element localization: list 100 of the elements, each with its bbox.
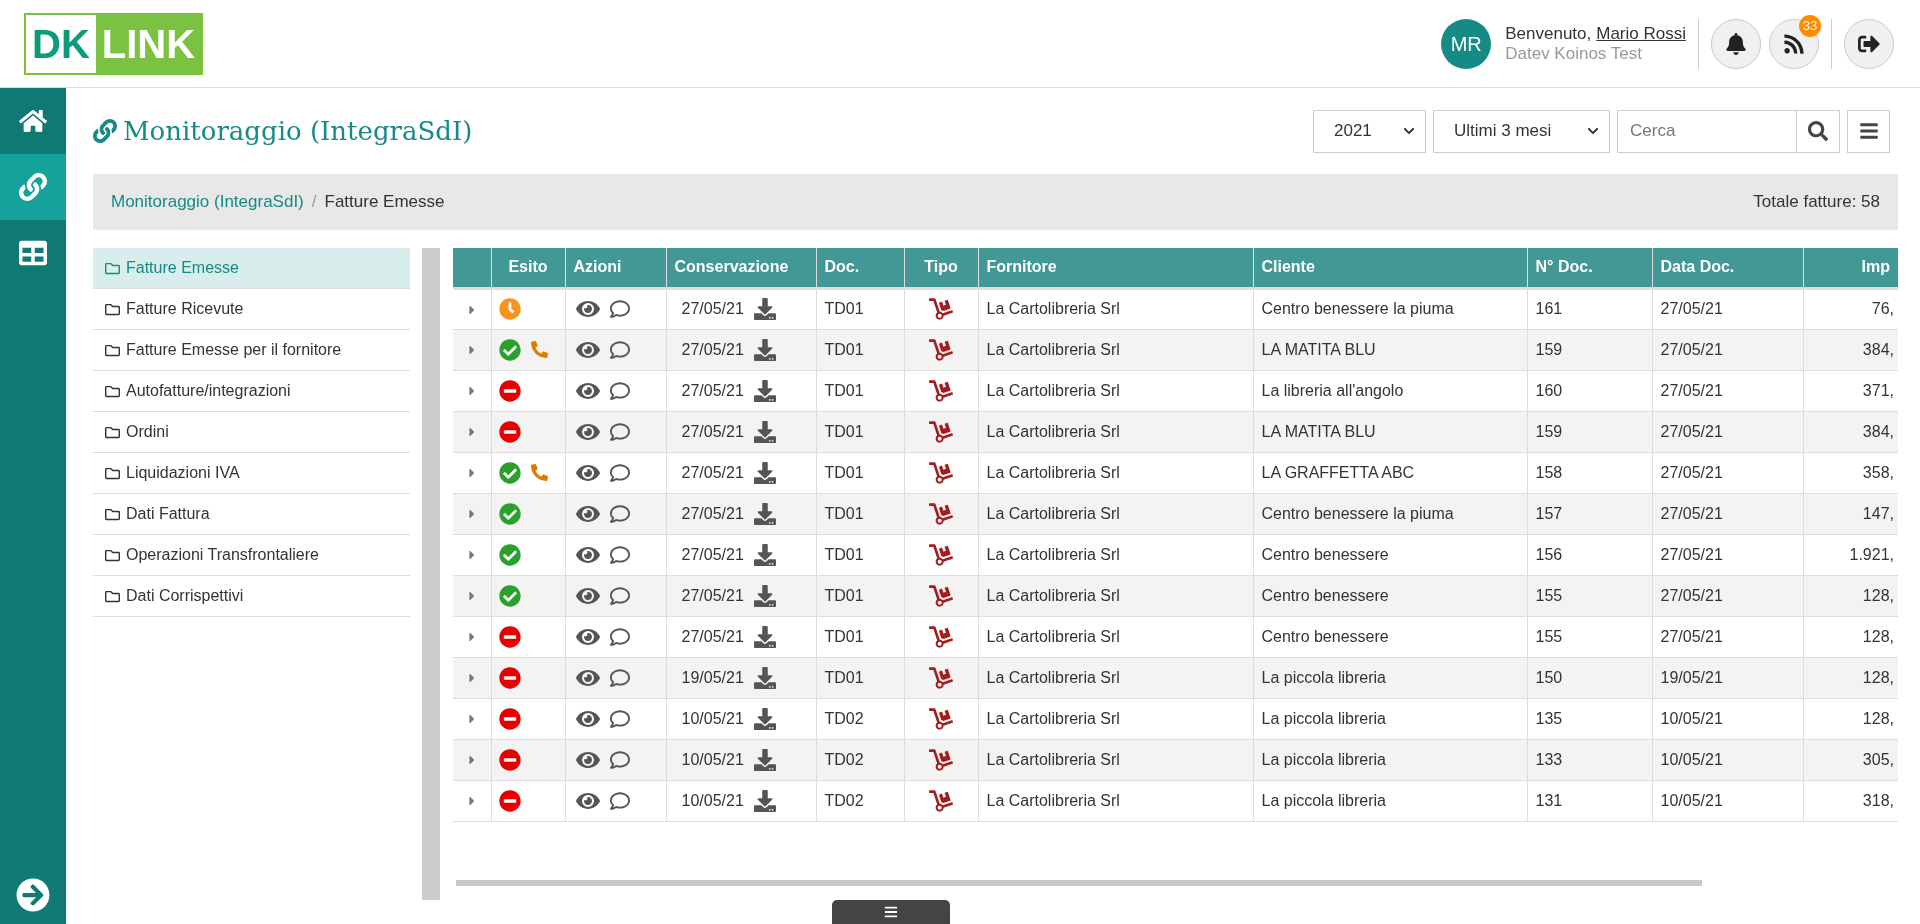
- expand-arrow-icon[interactable]: [16, 878, 50, 912]
- download-icon[interactable]: [753, 379, 776, 402]
- search-field[interactable]: Cerca: [1617, 109, 1797, 153]
- download-icon[interactable]: [753, 338, 776, 361]
- download-icon[interactable]: [753, 543, 776, 566]
- table-cell: La Cartolibreria Srl: [978, 534, 1253, 575]
- table-cell-text: 27/05/21: [681, 626, 744, 647]
- table-cell: La piccola libreria: [1253, 739, 1527, 780]
- comment-icon[interactable]: [609, 299, 630, 319]
- download-icon[interactable]: [753, 625, 776, 648]
- nav-item[interactable]: Autofatture/integrazioni: [93, 371, 410, 412]
- comment-icon[interactable]: [609, 585, 630, 606]
- table-cell: 27/05/21: [1652, 534, 1803, 575]
- folder-icon: [105, 465, 120, 481]
- period-select[interactable]: Ultimi 3 mesi: [1433, 109, 1610, 153]
- download-icon[interactable]: [753, 502, 776, 525]
- column-header[interactable]: Azioni: [565, 248, 666, 288]
- comment-icon[interactable]: [609, 503, 630, 524]
- column-header[interactable]: Cliente: [1253, 248, 1527, 288]
- comment-icon[interactable]: [609, 667, 630, 688]
- folder-icon: [105, 424, 120, 440]
- count-badge: 33: [1799, 14, 1821, 37]
- download-icon[interactable]: [753, 707, 776, 730]
- table-cell: La Cartolibreria Srl: [978, 739, 1253, 780]
- table-cell: 76,: [1803, 288, 1898, 329]
- nav-item[interactable]: Dati Fattura: [93, 494, 410, 535]
- horizontal-scrollbar[interactable]: [456, 880, 1702, 886]
- logout-button[interactable]: [1844, 18, 1894, 69]
- table-cell: 27/05/21: [1652, 493, 1803, 534]
- user-name-link[interactable]: Mario Rossi: [1596, 23, 1686, 44]
- table-cell: 156: [1527, 534, 1652, 575]
- breadcrumb-current: Fatture Emesse: [324, 191, 445, 214]
- comment-icon[interactable]: [609, 790, 630, 811]
- logo[interactable]: DK LINK: [24, 12, 204, 75]
- column-header[interactable]: Imp: [1803, 248, 1898, 288]
- download-icon[interactable]: [753, 420, 776, 443]
- column-header[interactable]: N° Doc.: [1527, 248, 1652, 288]
- company-name: Datev Koinos Test: [1505, 43, 1643, 64]
- nav-item[interactable]: Liquidazioni IVA: [93, 453, 410, 494]
- table-cell: La Cartolibreria Srl: [978, 370, 1253, 411]
- comment-icon[interactable]: [609, 749, 630, 770]
- download-icon[interactable]: [753, 666, 776, 689]
- bell-icon: [1725, 32, 1747, 55]
- nav-item[interactable]: Dati Corrispettivi: [93, 576, 410, 617]
- hand-truck-icon: [929, 583, 953, 608]
- sidebar-item[interactable]: [0, 154, 66, 220]
- column-header[interactable]: Tipo: [904, 248, 978, 288]
- table-cell: TD01: [816, 493, 904, 534]
- search-button[interactable]: [1797, 109, 1840, 153]
- comment-icon[interactable]: [609, 462, 630, 483]
- table-cell: 10/05/21: [1652, 739, 1803, 780]
- home-icon: [19, 107, 47, 135]
- download-icon[interactable]: [753, 461, 776, 484]
- vertical-scrollbar[interactable]: [422, 248, 440, 900]
- table-cell: 305,: [1803, 739, 1898, 780]
- table-cell: La Cartolibreria Srl: [978, 698, 1253, 739]
- column-header[interactable]: Conservazione: [666, 248, 816, 288]
- column-header[interactable]: Data Doc.: [1652, 248, 1803, 288]
- table-cell: TD01: [816, 534, 904, 575]
- table-cell-text: 27/05/21: [681, 339, 744, 360]
- table-cell: La Cartolibreria Srl: [978, 657, 1253, 698]
- table-cell: LA MATITA BLU: [1253, 411, 1527, 452]
- table-cell: La libreria all'angolo: [1253, 370, 1527, 411]
- comment-icon[interactable]: [609, 421, 630, 442]
- nav-item[interactable]: Fatture Emesse: [93, 248, 410, 289]
- download-icon[interactable]: [753, 789, 776, 812]
- hand-truck-icon: [929, 297, 953, 322]
- column-header[interactable]: Doc.: [816, 248, 904, 288]
- column-header[interactable]: Fornitore: [978, 248, 1253, 288]
- download-icon[interactable]: [753, 298, 776, 320]
- rss-feed-button[interactable]: [1769, 18, 1819, 69]
- table-cell: 384,: [1803, 411, 1898, 452]
- table-cell-text: 27/05/21: [681, 544, 744, 565]
- nav-item[interactable]: Ordini: [93, 412, 410, 453]
- menu-button[interactable]: [1847, 109, 1890, 153]
- download-icon[interactable]: [753, 748, 776, 771]
- comment-icon[interactable]: [609, 708, 630, 729]
- table-cell: 150: [1527, 657, 1652, 698]
- comment-icon[interactable]: [609, 544, 630, 565]
- table-cell: La Cartolibreria Srl: [978, 452, 1253, 493]
- notifications-button[interactable]: [1711, 18, 1761, 69]
- table-cell: TD02: [816, 780, 904, 821]
- folder-icon: [105, 301, 120, 317]
- nav-item[interactable]: Fatture Ricevute: [93, 289, 410, 330]
- bottom-panel-toggle[interactable]: [831, 900, 950, 924]
- comment-icon[interactable]: [609, 339, 630, 360]
- download-icon[interactable]: [753, 584, 776, 607]
- folder-icon: [105, 547, 120, 563]
- table-cell: 133: [1527, 739, 1652, 780]
- nav-item[interactable]: Fatture Emesse per il fornitore: [93, 330, 410, 371]
- column-header[interactable]: Esito: [491, 248, 565, 288]
- menu-icon: [1858, 121, 1879, 141]
- nav-item[interactable]: Operazioni Transfrontaliere: [93, 535, 410, 576]
- year-select[interactable]: 2021: [1313, 109, 1426, 153]
- table-cell: Centro benessere: [1253, 575, 1527, 616]
- breadcrumb-link[interactable]: Monitoraggio (IntegraSdI): [111, 189, 304, 215]
- folder-icon: [105, 506, 120, 522]
- hand-truck-icon: [929, 624, 953, 649]
- comment-icon[interactable]: [609, 626, 630, 647]
- comment-icon[interactable]: [609, 380, 630, 401]
